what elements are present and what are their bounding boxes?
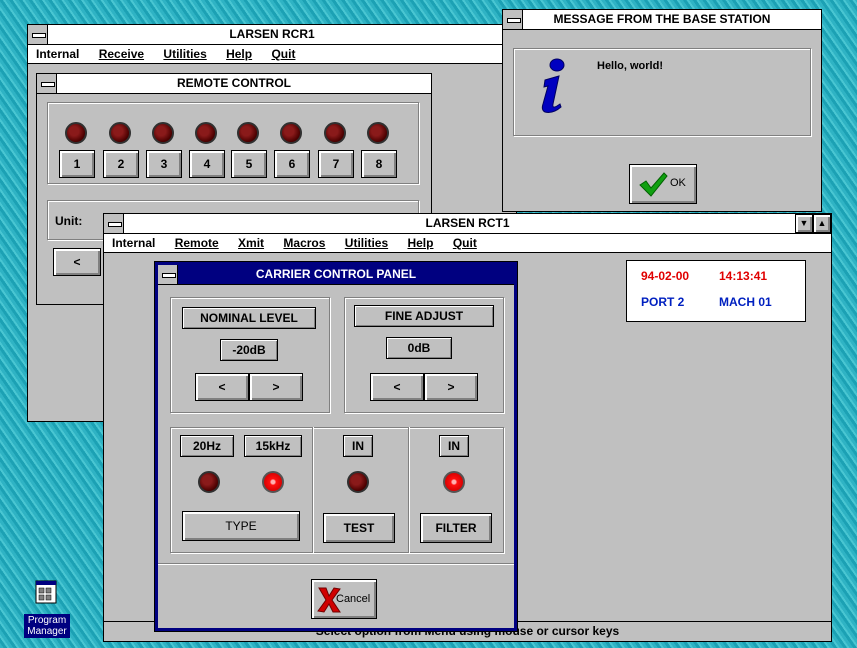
status-time: 14:13:41 — [719, 269, 768, 283]
filter-in-label: IN — [439, 435, 469, 457]
filter-button[interactable]: FILTER — [420, 513, 492, 543]
rcr1-titlebar[interactable]: LARSEN RCR1 — [28, 25, 516, 45]
nominal-level-value: -20dB — [220, 339, 278, 361]
message-title: MESSAGE FROM THE BASE STATION — [553, 12, 771, 26]
system-menu-icon[interactable] — [503, 10, 523, 29]
channel-button-7[interactable]: 7 — [318, 150, 354, 178]
type-15khz-led — [262, 471, 284, 493]
cancel-label: Cancel — [336, 593, 371, 605]
menu-quit[interactable]: Quit — [453, 236, 477, 250]
ok-label: OK — [670, 177, 686, 189]
test-in-label: IN — [343, 435, 373, 457]
cancel-area-divider — [158, 563, 514, 565]
menu-macros[interactable]: Macros — [283, 236, 325, 250]
carrier-panel-title: CARRIER CONTROL PANEL — [255, 267, 417, 281]
test-button[interactable]: TEST — [323, 513, 395, 543]
menu-internal[interactable]: Internal — [36, 47, 79, 61]
channel-button-1[interactable]: 1 — [59, 150, 95, 178]
menu-xmit[interactable]: Xmit — [238, 236, 264, 250]
fine-adjust-decrease-button[interactable]: < — [370, 373, 424, 401]
filter-led — [443, 471, 465, 493]
channel-led-1 — [65, 122, 87, 144]
channel-led-7 — [324, 122, 346, 144]
status-panel: 94-02-00 14:13:41 PORT 2 MACH 01 — [626, 260, 806, 322]
remote-control-title: REMOTE CONTROL — [177, 76, 291, 90]
checkmark-icon — [638, 171, 668, 200]
channel-button-2[interactable]: 2 — [103, 150, 139, 178]
channel-button-5[interactable]: 5 — [231, 150, 267, 178]
system-menu-icon[interactable] — [37, 74, 57, 93]
nominal-level-increase-button[interactable]: > — [249, 373, 303, 401]
remote-prev-button[interactable]: < — [53, 248, 101, 276]
type-label-20hz: 20Hz — [180, 435, 234, 457]
channel-led-6 — [280, 122, 302, 144]
rcr1-menubar: Internal Receive Utilities Help Quit — [28, 45, 516, 64]
fine-adjust-label: FINE ADJUST — [354, 305, 494, 327]
channel-button-6[interactable]: 6 — [274, 150, 310, 178]
fine-adjust-increase-button[interactable]: > — [424, 373, 478, 401]
menu-remote[interactable]: Remote — [175, 236, 219, 250]
nominal-level-label: NOMINAL LEVEL — [182, 307, 316, 329]
rct1-titlebar[interactable]: LARSEN RCT1 ▼ ▲ — [104, 214, 831, 234]
channel-led-2 — [109, 122, 131, 144]
program-manager-desktop-icon[interactable]: Program Manager — [24, 578, 70, 644]
system-menu-icon[interactable] — [28, 25, 48, 44]
unit-label: Unit: — [55, 214, 83, 228]
channel-led-5 — [237, 122, 259, 144]
fine-adjust-value: 0dB — [386, 337, 452, 359]
channel-led-4 — [195, 122, 217, 144]
menu-receive[interactable]: Receive — [99, 47, 144, 61]
maximize-button[interactable]: ▲ — [813, 214, 831, 233]
channel-led-3 — [152, 122, 174, 144]
menu-internal[interactable]: Internal — [112, 236, 155, 250]
switch-divider-2 — [408, 427, 410, 553]
message-text: Hello, world! — [597, 60, 663, 72]
channel-button-8[interactable]: 8 — [361, 150, 397, 178]
rcr1-title: LARSEN RCR1 — [229, 27, 315, 41]
ok-button[interactable]: OK — [629, 164, 697, 204]
rct1-title: LARSEN RCT1 — [425, 216, 510, 230]
system-menu-icon[interactable] — [104, 214, 124, 233]
channel-button-4[interactable]: 4 — [189, 150, 225, 178]
test-led — [347, 471, 369, 493]
info-icon — [535, 56, 569, 116]
cancel-button[interactable]: Cancel — [311, 579, 377, 619]
system-menu-icon[interactable] — [158, 265, 178, 284]
type-button[interactable]: TYPE — [182, 511, 300, 541]
status-machine: MACH 01 — [719, 295, 772, 309]
menu-help[interactable]: Help — [407, 236, 433, 250]
rct1-menubar: Internal Remote Xmit Macros Utilities He… — [104, 234, 831, 253]
status-date: 94-02-00 — [641, 269, 690, 283]
nominal-level-decrease-button[interactable]: < — [195, 373, 249, 401]
remote-control-titlebar[interactable]: REMOTE CONTROL — [37, 74, 431, 94]
status-port: PORT 2 — [641, 295, 685, 309]
menu-help[interactable]: Help — [226, 47, 252, 61]
minimize-button[interactable]: ▼ — [795, 214, 813, 233]
switch-divider-1 — [312, 427, 314, 553]
carrier-panel-titlebar[interactable]: CARRIER CONTROL PANEL — [158, 265, 514, 285]
message-titlebar[interactable]: MESSAGE FROM THE BASE STATION — [503, 10, 821, 30]
menu-utilities[interactable]: Utilities — [163, 47, 206, 61]
carrier-panel-window: CARRIER CONTROL PANEL NOMINAL LEVEL -20d… — [154, 261, 518, 632]
channel-led-8 — [367, 122, 389, 144]
channel-button-3[interactable]: 3 — [146, 150, 182, 178]
menu-quit[interactable]: Quit — [271, 47, 295, 61]
message-window: MESSAGE FROM THE BASE STATION Hello, wor… — [502, 9, 822, 212]
program-manager-icon — [34, 580, 60, 606]
type-label-15khz: 15kHz — [244, 435, 302, 457]
menu-utilities[interactable]: Utilities — [345, 236, 388, 250]
type-20hz-led — [198, 471, 220, 493]
program-manager-label: Program Manager — [24, 614, 70, 638]
